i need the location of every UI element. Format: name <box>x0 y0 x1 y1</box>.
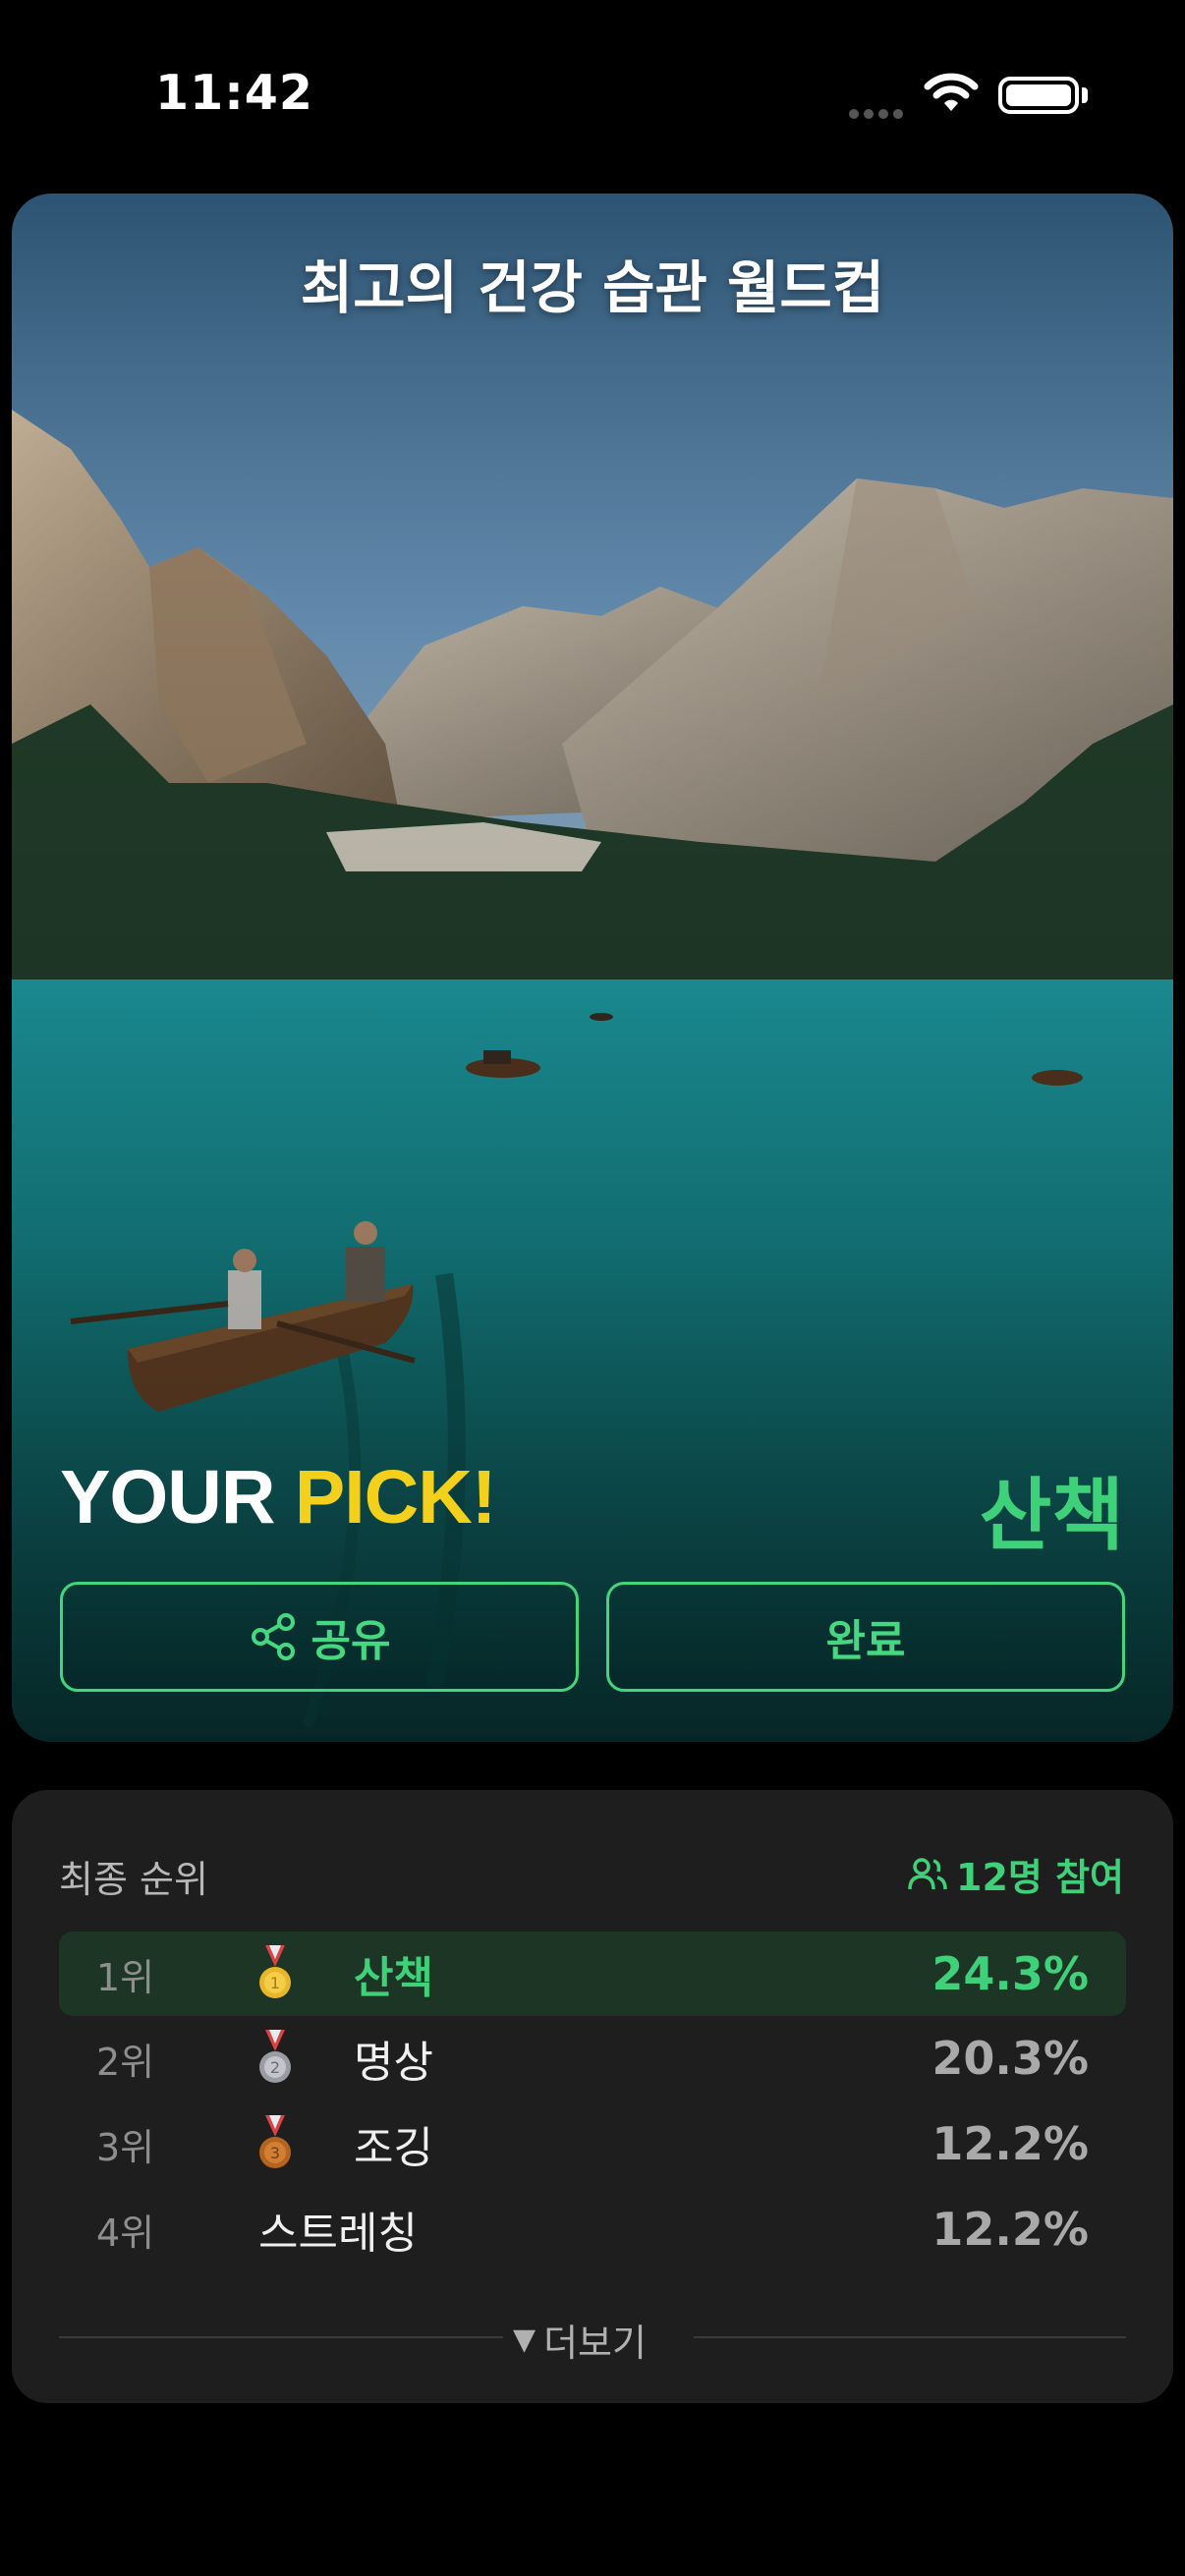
ranking-row: 2위 2 명상 20.3% <box>59 2016 1126 2100</box>
share-button[interactable]: 공유 <box>60 1582 579 1692</box>
rank-number: 2위 <box>96 2040 155 2084</box>
gold-medal-icon: 1 <box>255 1945 295 2008</box>
battery-icon <box>998 77 1079 114</box>
pick-highlight: PICK! <box>294 1455 497 1540</box>
vote-percent: 12.2% <box>931 2117 1089 2170</box>
rank-number: 4위 <box>96 2211 155 2255</box>
done-button[interactable]: 완료 <box>606 1582 1125 1692</box>
divider <box>694 2336 1126 2338</box>
status-bar: 11:42 <box>0 0 1185 187</box>
silver-medal-icon: 2 <box>255 2030 295 2093</box>
vote-percent: 24.3% <box>931 1947 1089 2000</box>
cellular-signal-icon <box>849 104 908 123</box>
rank-number: 3위 <box>96 2125 155 2169</box>
ranking-card: 최종 순위 12명 참여 1위 1 산책 24.3% 2위 2 명상 20.3%… <box>12 1790 1173 2403</box>
battery-tip <box>1082 87 1088 103</box>
show-more-label: 더보기 <box>543 2322 647 2365</box>
show-more-button[interactable]: ▼ 더보기 <box>513 2313 647 2367</box>
ranking-row: 4위 스트레칭 12.2% <box>59 2187 1126 2271</box>
ranking-row: 1위 1 산책 24.3% <box>59 1932 1126 2016</box>
wifi-icon <box>924 71 979 118</box>
svg-text:3: 3 <box>270 2144 280 2162</box>
triangle-down-icon: ▼ <box>513 2323 536 2357</box>
status-time: 11:42 <box>155 65 313 121</box>
pick-prefix: YOUR <box>60 1455 275 1540</box>
winner-name: 산책 <box>979 1470 1124 1561</box>
participants-label: 12명 참여 <box>956 1856 1124 1899</box>
divider <box>59 2336 503 2338</box>
vote-percent: 12.2% <box>931 2203 1089 2256</box>
habit-name: 산책 <box>354 1953 433 2003</box>
done-label: 완료 <box>825 1616 906 1666</box>
share-icon <box>249 1612 298 1661</box>
ranking-row: 3위 3 조깅 12.2% <box>59 2101 1126 2186</box>
page-title: 최고의 건강 습관 월드컵 <box>300 254 885 321</box>
ranking-heading: 최종 순위 <box>59 1858 208 1901</box>
vote-percent: 20.3% <box>931 2032 1089 2085</box>
rank-number: 1위 <box>96 1955 155 1999</box>
habit-name: 스트레칭 <box>258 2209 418 2259</box>
svg-text:1: 1 <box>270 1974 280 1992</box>
your-pick-label: YOUR PICK! <box>60 1454 497 1541</box>
participants-count: 12명 참여 <box>907 1847 1124 1901</box>
svg-text:2: 2 <box>270 2058 280 2077</box>
habit-name: 조깅 <box>354 2123 433 2173</box>
bronze-medal-icon: 3 <box>255 2115 295 2178</box>
share-label: 공유 <box>310 1616 391 1666</box>
habit-name: 명상 <box>354 2038 433 2088</box>
people-icon <box>908 1857 947 1889</box>
